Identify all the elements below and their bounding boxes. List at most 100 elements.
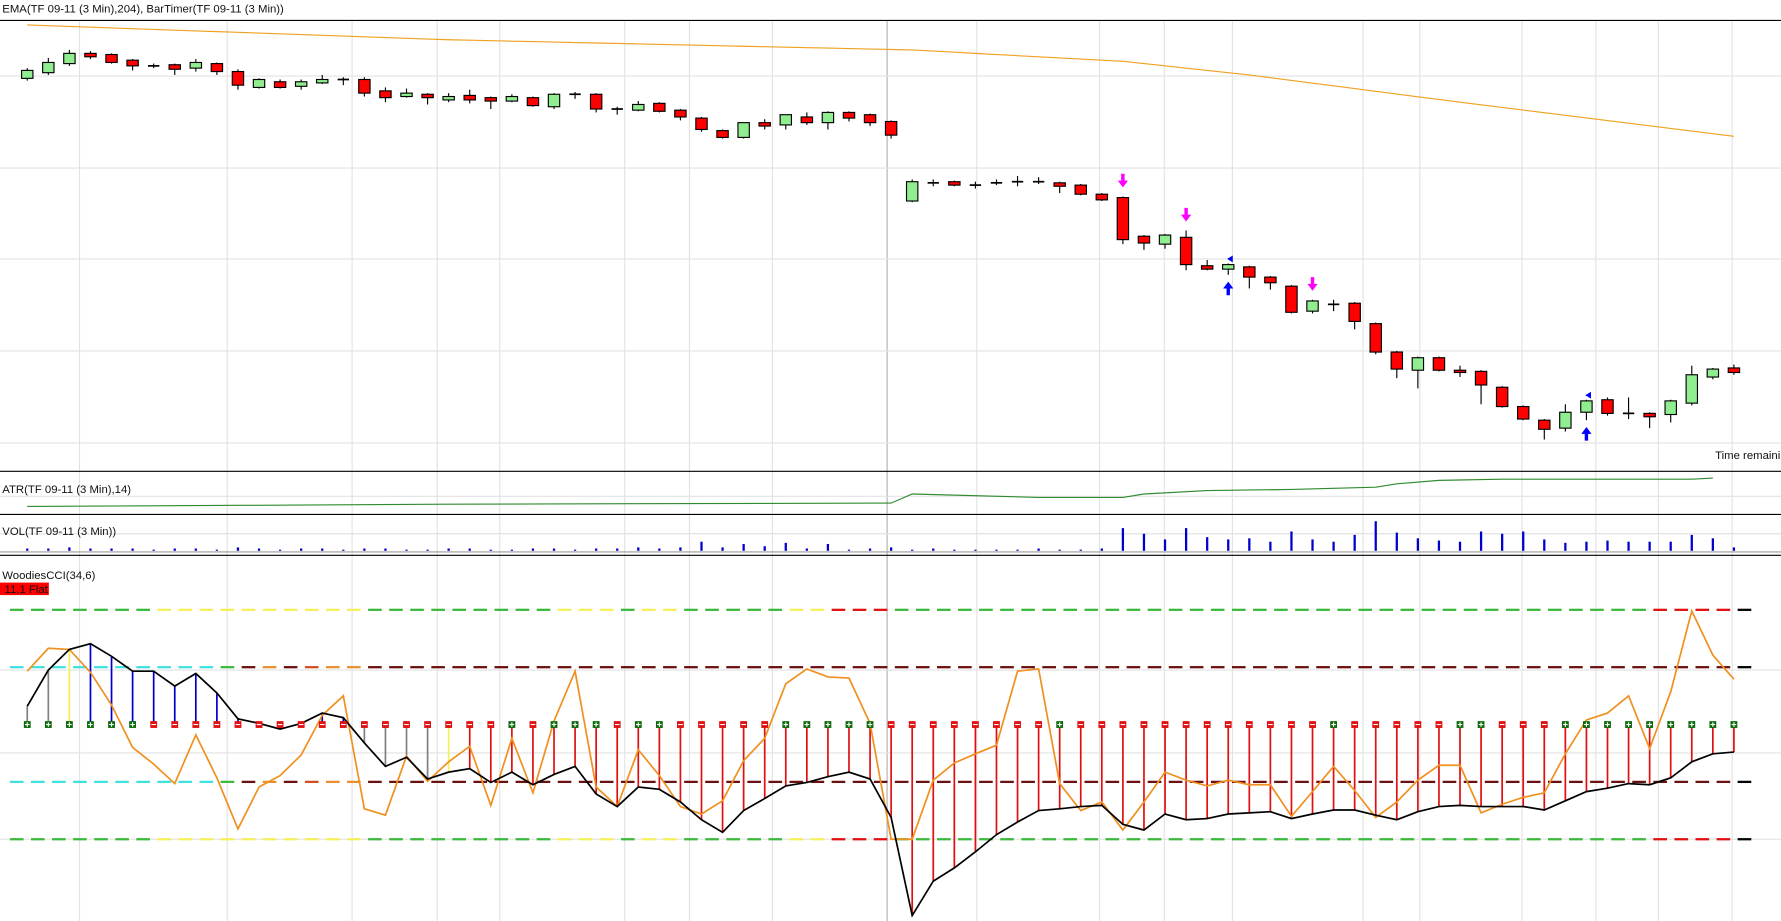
signal-marker-icon [1585,391,1591,399]
volume-panel[interactable] [26,521,1736,551]
candle [905,179,919,203]
price-panel[interactable] [21,24,1741,441]
candle [1053,181,1066,194]
volume-bar [658,548,661,551]
candle-body [358,78,371,94]
candle [821,111,835,130]
volume-bar [1501,533,1504,551]
volume-bar [173,548,176,551]
candle-body [315,78,329,84]
zero-marker-minus-icon [1224,721,1232,728]
zero-marker-plus-icon [782,721,790,728]
candle-body [505,95,519,102]
candle-body [1390,351,1404,370]
atr-panel[interactable] [27,477,1713,508]
volume-bar [384,548,387,551]
volume-bar [1100,548,1103,551]
volume-bar [1543,539,1546,551]
candle-body [1285,285,1298,313]
candle [1474,370,1488,405]
candle [1516,405,1530,421]
zero-marker-plus-icon [1688,721,1696,728]
zero-marker-plus-icon [845,721,853,728]
zero-marker-minus-icon [487,721,495,728]
candle [1264,275,1277,290]
zero-marker-minus-icon [1098,721,1106,728]
candle-body [463,94,476,101]
zero-marker-minus-icon [445,721,453,728]
candle-body [168,64,181,70]
zero-marker-minus-icon [887,721,895,728]
candle [1243,265,1256,289]
volume-bar [110,548,113,551]
candle-body [379,90,392,99]
zero-marker-minus-icon [929,721,937,728]
candle [653,102,666,113]
candle [21,68,34,81]
volume-bar [995,549,998,551]
volume-bar [236,547,240,551]
zero-marker-plus-icon [1330,721,1337,728]
atr-panel-label: ATR(TF 09-11 (3 Min),14) [2,484,131,496]
zero-marker-plus-icon [1477,721,1485,728]
signal-down-arrow-icon [1117,173,1129,188]
candle-body [421,93,434,99]
candle [1495,386,1509,408]
candle [632,101,645,112]
candle [800,112,814,125]
candle [1411,356,1425,389]
zero-marker-minus-icon [613,721,621,728]
zero-marker-minus-icon [360,721,368,728]
candle [42,57,55,75]
candle [1580,399,1593,421]
zero-marker-minus-icon [150,721,158,728]
volume-bar [700,541,703,551]
zero-marker-minus-icon [318,721,326,728]
zero-marker-minus-icon [276,721,284,728]
zero-marker-minus-icon [1519,721,1527,728]
vol-panel-label: VOL(TF 09-11 (3 Min)) [2,526,116,538]
zero-marker-minus-icon [740,721,748,728]
candle [1727,364,1741,375]
volume-bar [1058,549,1061,551]
zero-marker-plus-icon [1561,721,1569,728]
candle-body [21,69,34,79]
zero-marker-minus-icon [761,721,769,728]
signal-marker-icon [1227,255,1233,263]
candle-body [1095,193,1109,201]
candle [1074,183,1088,196]
candle [1664,399,1677,423]
time-remaining-label: Time remaini [1715,450,1780,462]
candle-body [1516,405,1530,420]
candle-body [1158,234,1172,245]
candle-body [84,52,97,58]
candle-body [231,70,245,86]
candle-body [589,93,603,110]
candle [1390,350,1404,379]
candle [294,79,308,90]
candle [505,94,519,103]
candle [1158,233,1172,249]
volume-bar [1290,531,1293,551]
zero-marker-minus-icon [1393,721,1401,728]
volume-bar [1163,539,1167,551]
candle-body [1685,374,1699,404]
candle-body [758,122,771,127]
volume-bar [826,543,830,551]
candle [842,111,856,122]
zero-marker-plus-icon [824,721,832,728]
candle [1137,235,1151,250]
candle-body [1264,276,1277,284]
candle [126,59,139,71]
volume-bar [215,549,219,551]
candle [779,114,793,130]
volume-bar [1458,541,1462,551]
candle [148,63,160,69]
candle-body [273,81,287,89]
candle [1327,299,1340,312]
candle-body [484,97,498,102]
cci-panel[interactable] [9,608,1752,918]
ema-line [27,24,1734,137]
zero-marker-minus-icon [339,721,347,728]
volume-bar [194,548,197,551]
